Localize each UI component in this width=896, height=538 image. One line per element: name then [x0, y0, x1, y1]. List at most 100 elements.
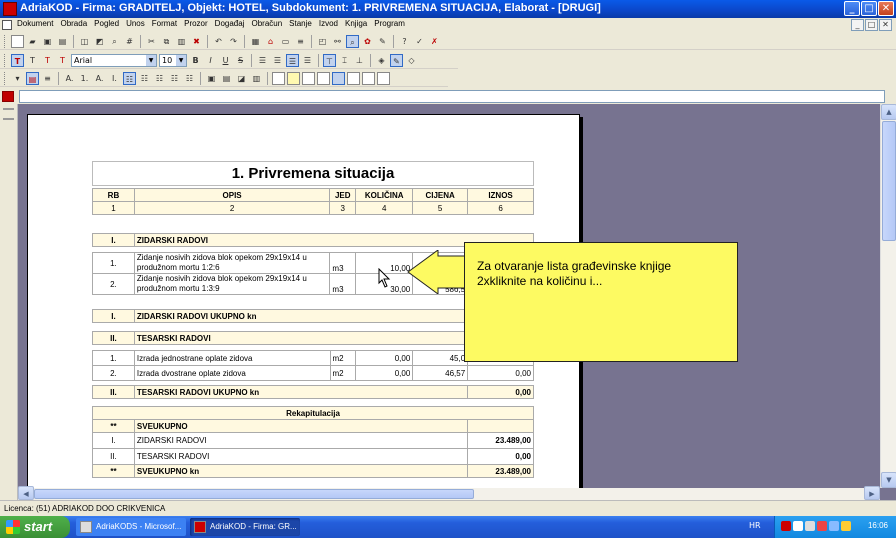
formula-input[interactable]	[19, 90, 885, 103]
menu-pogled[interactable]: Pogled	[94, 19, 119, 28]
start-button[interactable]: start	[0, 516, 70, 538]
calculate-icon[interactable]: ▦	[249, 35, 262, 48]
align-right-icon[interactable]: ☰	[286, 53, 299, 67]
border-top-icon[interactable]	[347, 71, 360, 85]
cut-icon[interactable]: ✂	[145, 35, 158, 48]
menu-format[interactable]: Format	[152, 19, 177, 28]
tray-app-icon[interactable]	[781, 521, 791, 531]
border-outer-icon[interactable]	[332, 71, 345, 85]
page-number-icon[interactable]: #	[123, 35, 136, 48]
menu-dogadaj[interactable]: Događaj	[215, 19, 245, 28]
open-folder-icon[interactable]: ▰	[26, 35, 39, 48]
new-document-icon[interactable]	[11, 34, 24, 48]
scroll-up-icon[interactable]: ▲	[881, 104, 896, 120]
menu-prozor[interactable]: Prozor	[184, 19, 208, 28]
menu-obrada[interactable]: Obrada	[60, 19, 87, 28]
numbering-a2-button[interactable]: A.	[93, 72, 106, 85]
print-preview-icon[interactable]: ◫	[78, 35, 91, 48]
indent-icon[interactable]: ≡	[41, 72, 54, 85]
row-kolicina-cell[interactable]: 0,00	[355, 350, 414, 366]
numbering-1-button[interactable]: 1.	[78, 72, 91, 85]
list-icon[interactable]: ≡	[294, 35, 307, 48]
exit-icon[interactable]: ✗	[428, 35, 441, 48]
tray-volume-icon[interactable]	[829, 521, 839, 531]
window-icon[interactable]: ◰	[316, 35, 329, 48]
text-style-4-button[interactable]: T	[56, 54, 69, 67]
list-outdent-icon[interactable]: ☷	[153, 72, 166, 85]
taskbar-item-adriakods[interactable]: AdriaKODS - Microsof...	[76, 518, 186, 536]
close-button[interactable]: ✕	[878, 1, 894, 16]
menu-unos[interactable]: Unos	[126, 19, 145, 28]
page-preview-icon[interactable]: ◩	[93, 35, 106, 48]
row-cijena[interactable]: 45,0	[412, 350, 469, 366]
zoom-page-icon[interactable]: ⌕	[108, 35, 121, 48]
vertical-scroll-thumb[interactable]	[882, 121, 896, 241]
cell-indicator[interactable]	[2, 91, 14, 102]
align-justify-icon[interactable]: ☰	[301, 54, 314, 67]
text-style-1-button[interactable]: T	[11, 53, 24, 67]
underline-button[interactable]: U	[219, 54, 232, 67]
document-menu-icon[interactable]	[2, 20, 12, 30]
toolbar-grip[interactable]	[4, 34, 7, 48]
list-numbered-icon[interactable]: ☷	[123, 71, 136, 85]
italic-button[interactable]: I	[204, 54, 217, 67]
scroll-left-icon[interactable]: ◀	[18, 486, 34, 500]
vertical-scrollbar[interactable]: ▲ ▼	[880, 104, 896, 488]
tray-update-icon[interactable]	[841, 521, 851, 531]
row-kolicina-cell[interactable]: 0,00	[355, 365, 414, 381]
horizontal-scroll-thumb[interactable]	[34, 489, 474, 499]
border-bottom-icon[interactable]	[362, 71, 375, 85]
settings-icon[interactable]: ✿	[361, 35, 374, 48]
align-center-icon[interactable]: ☰	[271, 54, 284, 67]
chevron-down-icon[interactable]: ▼	[146, 54, 156, 66]
text-style-3-button[interactable]: T	[41, 54, 54, 67]
page-setup-icon[interactable]: ▣	[205, 72, 218, 85]
text-style-2-button[interactable]: T	[26, 54, 39, 67]
tray-antivirus-icon[interactable]	[793, 521, 803, 531]
tray-network-icon[interactable]	[805, 521, 815, 531]
zoom-icon[interactable]: ⌕	[346, 34, 359, 48]
bold-button[interactable]: B	[189, 54, 202, 67]
menu-stanje[interactable]: Stanje	[289, 19, 312, 28]
page-break-icon[interactable]: ▤	[220, 72, 233, 85]
strike-button[interactable]: S	[234, 54, 247, 67]
paste-icon[interactable]: ▥	[175, 35, 188, 48]
taskbar-item-adriakod[interactable]: AdriaKOD - Firma: GR...	[190, 518, 300, 536]
menu-program[interactable]: Program	[374, 19, 405, 28]
valign-bottom-icon[interactable]: ⊥	[353, 54, 366, 67]
scroll-down-icon[interactable]: ▼	[881, 472, 896, 488]
menu-izvod[interactable]: Izvod	[319, 19, 338, 28]
chevron-down-icon[interactable]: ▼	[176, 54, 186, 66]
font-name-select[interactable]: Arial ▼	[71, 53, 157, 67]
delete-icon[interactable]: ✖	[190, 35, 203, 48]
border-right-icon[interactable]	[317, 71, 330, 85]
check-icon[interactable]: ✓	[413, 35, 426, 48]
brush-icon[interactable]: ✎	[376, 35, 389, 48]
paragraph-icon[interactable]: ▤	[26, 71, 39, 85]
font-size-select[interactable]: 10 ▼	[159, 53, 187, 67]
fill-color-icon[interactable]: ◈	[375, 54, 388, 67]
link-icon[interactable]: ⚯	[331, 35, 344, 48]
eraser-icon[interactable]: ◇	[405, 54, 418, 67]
print-icon[interactable]: ▤	[56, 35, 69, 48]
mdi-minimize-button[interactable]: _	[851, 19, 864, 31]
maximize-button[interactable]: □	[861, 1, 877, 16]
folder-icon[interactable]: ▭	[279, 35, 292, 48]
undo-icon[interactable]: ↶	[212, 35, 225, 48]
app-icon[interactable]	[3, 2, 17, 16]
copy-icon[interactable]: ⧉	[160, 35, 173, 48]
scroll-right-icon[interactable]: ▶	[864, 486, 880, 500]
pencil-icon[interactable]: ✎	[390, 53, 403, 67]
save-icon[interactable]: ▣	[41, 35, 54, 48]
border-none-icon[interactable]	[272, 71, 285, 85]
toolbar-grip[interactable]	[4, 71, 7, 85]
numbering-a-button[interactable]: A.	[63, 72, 76, 85]
list-indent-icon[interactable]: ☷	[138, 72, 151, 85]
insert-page-icon[interactable]: ◪	[235, 72, 248, 85]
menu-dokument[interactable]: Dokument	[17, 19, 53, 28]
menu-obracun[interactable]: Obračun	[251, 19, 282, 28]
mdi-close-button[interactable]: ✕	[879, 19, 892, 31]
table-row[interactable]: 2. Izrada dvostrane oplate zidova m2 0,0…	[92, 365, 534, 381]
valign-top-icon[interactable]: ⊤	[323, 53, 336, 67]
border-all-icon[interactable]	[377, 71, 390, 85]
